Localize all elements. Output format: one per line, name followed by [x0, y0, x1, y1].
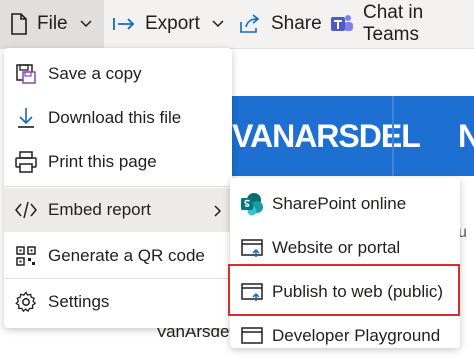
qr-code-icon: [12, 242, 40, 270]
share-label: Share: [271, 13, 322, 34]
chat-in-teams-button[interactable]: Chat in Teams: [330, 0, 474, 48]
publish-web-icon: [238, 278, 266, 306]
teams-label: Chat in Teams: [363, 2, 424, 45]
gear-icon: [12, 288, 40, 316]
menu-item-label: Generate a QR code: [48, 246, 205, 265]
menu-item-label: Embed report: [48, 200, 151, 219]
download-icon: [12, 104, 40, 132]
menu-item-generate-qr[interactable]: Generate a QR code: [4, 234, 232, 278]
submenu-item-developer-playground[interactable]: Developer Playground: [230, 314, 460, 358]
report-toolbar: File Export Share Chat in Teams: [0, 0, 474, 49]
website-icon: [238, 234, 266, 262]
submenu-item-label: Website or portal: [272, 238, 401, 257]
code-icon: [12, 196, 40, 224]
menu-item-download-file[interactable]: Download this file: [4, 96, 232, 140]
menu-divider: [4, 278, 232, 279]
menu-divider: [4, 186, 232, 187]
chevron-right-icon: [214, 202, 222, 222]
developer-icon: [238, 322, 266, 350]
menu-item-print-page[interactable]: Print this page: [4, 140, 232, 184]
submenu-item-sharepoint[interactable]: SharePoint online: [230, 182, 460, 226]
sharepoint-icon: [238, 190, 266, 218]
submenu-item-label: Publish to web (public): [272, 282, 444, 301]
menu-item-label: Save a copy: [48, 64, 142, 83]
submenu-item-label: SharePoint online: [272, 194, 407, 213]
submenu-item-website-portal[interactable]: Website or portal: [230, 226, 460, 270]
submenu-item-label: Developer Playground: [272, 326, 441, 345]
file-dropdown-menu: Save a copy Download this file Print thi…: [4, 48, 232, 328]
embed-report-submenu: SharePoint online Website or portal Publ…: [230, 178, 460, 348]
menu-item-label: Print this page: [48, 152, 157, 171]
report-banner-fragment: N: [458, 118, 474, 154]
export-button[interactable]: Export: [112, 0, 224, 48]
chevron-down-icon: [80, 20, 92, 28]
menu-item-settings[interactable]: Settings: [4, 280, 232, 324]
export-icon: [112, 14, 136, 34]
save-copy-icon: [12, 60, 40, 88]
teams-icon: [330, 13, 354, 35]
menu-item-embed-report[interactable]: Embed report: [4, 188, 232, 232]
share-icon: [238, 14, 262, 34]
menu-item-label: Download this file: [48, 108, 182, 127]
menu-item-save-copy[interactable]: Save a copy: [4, 52, 232, 96]
submenu-item-publish-to-web[interactable]: Publish to web (public): [230, 270, 460, 314]
banner-divider: [392, 96, 394, 176]
file-label: File: [37, 13, 68, 34]
export-label: Export: [145, 13, 200, 34]
menu-item-label: Settings: [48, 292, 110, 311]
printer-icon: [12, 148, 40, 176]
chevron-down-icon: [212, 20, 224, 28]
file-icon: [10, 13, 28, 35]
file-menu-button[interactable]: File: [0, 0, 104, 48]
share-button[interactable]: Share: [238, 0, 322, 48]
